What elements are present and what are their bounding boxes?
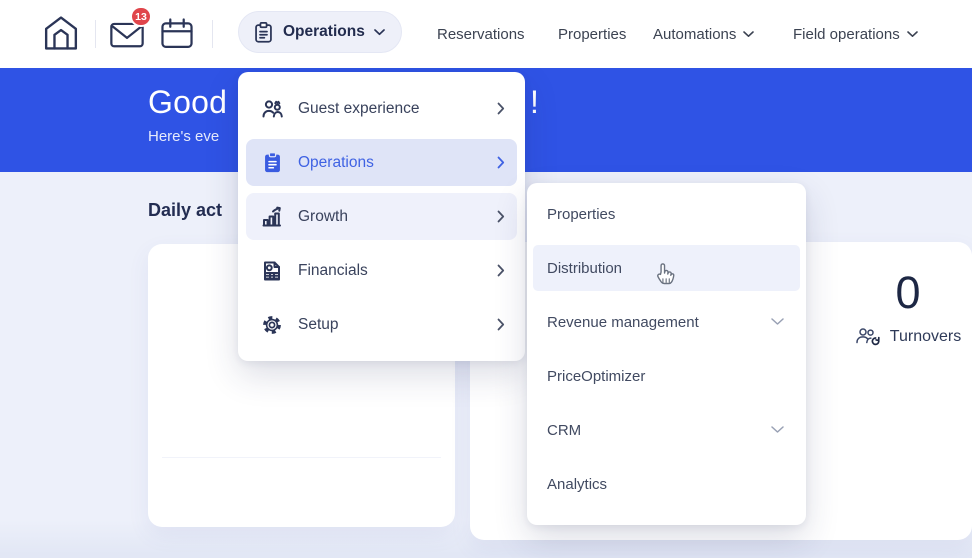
menu-item-guest-experience[interactable]: Guest experience: [246, 85, 517, 132]
card-divider: [162, 457, 441, 458]
turnovers-value: 0: [838, 270, 972, 315]
turnovers-stat: 0 Turnovers: [838, 270, 972, 347]
clipboard-icon: [253, 21, 274, 44]
chevron-down-icon: [743, 31, 754, 38]
menu-item-label: Financials: [298, 262, 497, 280]
home-icon: [42, 13, 80, 53]
chevron-right-icon: [497, 156, 505, 169]
calendar-button[interactable]: [158, 17, 196, 51]
chevron-down-icon: [374, 29, 385, 36]
chevron-right-icon: [497, 102, 505, 115]
chevron-right-icon: [497, 210, 505, 223]
submenu-item-properties[interactable]: Properties: [533, 191, 800, 237]
gear-icon: [260, 314, 284, 336]
menu-item-label: Growth: [298, 208, 497, 226]
submenu-item-crm[interactable]: CRM: [533, 407, 800, 453]
greeting-text: Good: [148, 84, 227, 121]
menu-item-label: Operations: [298, 154, 497, 172]
menu-item-setup[interactable]: Setup: [246, 301, 517, 348]
chevron-down-icon: [771, 318, 784, 326]
guests-icon: [260, 98, 284, 120]
menu-item-label: Guest experience: [298, 100, 497, 118]
greeting-subtitle: Here's eve: [148, 128, 219, 145]
daily-activities-title: Daily act: [148, 200, 222, 221]
chevron-right-icon: [497, 318, 505, 331]
nav-divider: [95, 20, 96, 48]
inbox-button[interactable]: 13: [108, 17, 146, 51]
app-switcher-label: Operations: [283, 23, 365, 41]
greeting-exclamation: !: [530, 84, 539, 121]
turnovers-icon: [855, 327, 882, 347]
financials-icon: [260, 260, 284, 282]
operations-submenu: Properties Distribution Revenue manageme…: [527, 183, 806, 525]
chevron-down-icon: [771, 426, 784, 434]
nav-automations[interactable]: Automations: [653, 0, 754, 68]
unread-count-badge: 13: [130, 6, 152, 27]
growth-icon: [260, 206, 284, 228]
mouse-cursor-hand: [651, 261, 679, 291]
calendar-icon: [158, 17, 196, 51]
chevron-down-icon: [907, 31, 918, 38]
submenu-item-revenue-management[interactable]: Revenue management: [533, 299, 800, 345]
home-button[interactable]: [42, 13, 80, 53]
nav-reservations[interactable]: Reservations: [437, 0, 525, 68]
submenu-item-priceoptimizer[interactable]: PriceOptimizer: [533, 353, 800, 399]
menu-item-operations[interactable]: Operations: [246, 139, 517, 186]
clipboard-icon: [260, 151, 284, 174]
nav-field-operations[interactable]: Field operations: [793, 0, 918, 68]
app-window: Good ! Here's eve Daily act 0: [0, 0, 972, 558]
chevron-right-icon: [497, 264, 505, 277]
menu-item-label: Setup: [298, 316, 497, 334]
nav-divider: [212, 20, 213, 48]
operations-dropdown-menu: Guest experience Operations: [238, 72, 525, 361]
menu-item-financials[interactable]: Financials: [246, 247, 517, 294]
turnovers-label: Turnovers: [890, 328, 961, 346]
nav-properties[interactable]: Properties: [558, 0, 626, 68]
top-nav: 13 Operations: [0, 0, 972, 68]
menu-item-growth[interactable]: Growth: [246, 193, 517, 240]
app-switcher-button[interactable]: Operations: [238, 11, 402, 53]
submenu-item-analytics[interactable]: Analytics: [533, 461, 800, 507]
